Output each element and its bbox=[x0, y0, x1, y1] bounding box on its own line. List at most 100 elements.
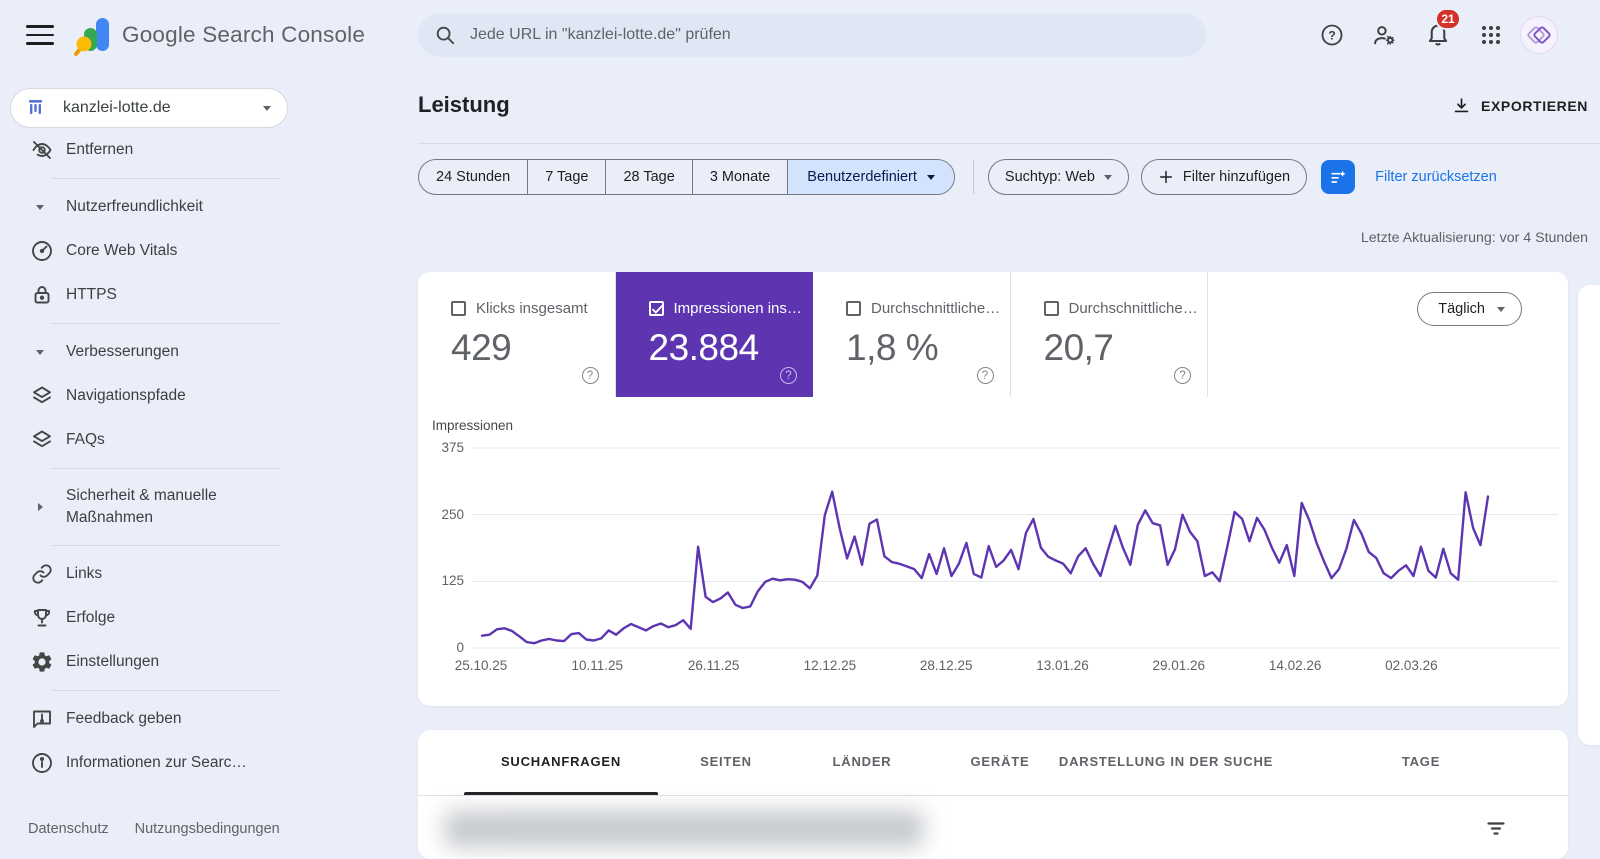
sidebar-item-einstellungen[interactable]: Einstellungen bbox=[0, 640, 290, 684]
x-tick-label: 26.11.25 bbox=[687, 658, 740, 673]
filter-tune-button[interactable] bbox=[1321, 160, 1356, 194]
reset-filters-link[interactable]: Filter zurücksetzen bbox=[1375, 169, 1497, 185]
sidebar-item-label: Verbesserungen bbox=[66, 343, 179, 360]
metric-card-ctr[interactable]: Durchschnittliche… 1,8 %? bbox=[813, 272, 1011, 397]
sidebar-item-informationen-zur-searc[interactable]: Informationen zur Searc… bbox=[0, 741, 290, 785]
url-inspection-searchbar[interactable] bbox=[418, 13, 1206, 57]
tab-tage[interactable]: TAGE bbox=[1402, 754, 1440, 769]
sidebar-divider bbox=[52, 468, 280, 469]
notifications-bell-icon[interactable]: 21 bbox=[1425, 8, 1465, 54]
chart-series-label: Impressionen bbox=[432, 418, 514, 433]
filter-list-icon[interactable] bbox=[1484, 816, 1508, 840]
metric-card-impressions[interactable]: Impressionen ins… 23.884? bbox=[615, 272, 814, 397]
sidebar-item-core-web-vitals[interactable]: Core Web Vitals bbox=[0, 229, 290, 273]
export-button[interactable]: EXPORTIEREN bbox=[1452, 96, 1588, 115]
sidebar-divider bbox=[52, 690, 280, 691]
metric-value: 429 bbox=[451, 327, 512, 368]
filter-row: 24 Stunden 7 Tage 28 Tage 3 Monate Benutzerd… bbox=[418, 159, 1497, 195]
sidebar-item-erfolge[interactable]: Erfolge bbox=[0, 596, 290, 640]
layers-icon bbox=[30, 384, 54, 408]
date-chip-label: 28 Tage bbox=[623, 169, 675, 185]
account-avatar[interactable] bbox=[1520, 16, 1558, 54]
metric-checkbox-row: Impressionen ins… bbox=[648, 300, 814, 317]
gear-icon bbox=[30, 650, 54, 674]
checkbox-unchecked-icon[interactable] bbox=[451, 301, 466, 316]
sidebar-item-https[interactable]: HTTPS bbox=[0, 273, 290, 317]
eye-off-icon bbox=[30, 138, 54, 162]
checkbox-unchecked-icon[interactable] bbox=[846, 301, 861, 316]
search-type-chip[interactable]: Suchtyp: Web bbox=[987, 159, 1129, 195]
x-tick-label: 29.01.26 bbox=[1152, 658, 1206, 673]
tab-geräte[interactable]: GERÄTE bbox=[971, 754, 1030, 769]
date-chip-label: 24 Stunden bbox=[436, 169, 511, 185]
info-icon bbox=[30, 751, 54, 775]
date-chip-label: 3 Monate bbox=[709, 169, 771, 185]
date-chip-label: Benutzerdefiniert bbox=[807, 169, 917, 185]
impressions-line-chart[interactable] bbox=[472, 432, 1558, 658]
help-icon[interactable]: ? bbox=[976, 367, 994, 384]
privacy-link[interactable]: Datenschutz bbox=[28, 821, 109, 837]
sidebar-item-sicherheit-manuelle-maßnahmen[interactable]: Sicherheit & manuelle Maßnahmen bbox=[0, 475, 290, 539]
x-tick-label: 02.03.26 bbox=[1385, 658, 1438, 673]
svg-text:?: ? bbox=[1328, 29, 1335, 43]
date-chip-label: 7 Tage bbox=[545, 169, 589, 185]
apps-grid-icon[interactable] bbox=[1479, 23, 1503, 47]
help-icon[interactable]: ? bbox=[1320, 23, 1344, 47]
tune-sparkle-icon bbox=[1331, 170, 1346, 183]
tab-darstellung-in-der-suche[interactable]: DARSTELLUNG IN DER SUCHE bbox=[1059, 754, 1273, 769]
metric-row: Klicks insgesamt 429? Impressionen ins… 23.… bbox=[418, 272, 1568, 397]
metric-card-clicks[interactable]: Klicks insgesamt 429? bbox=[418, 272, 616, 397]
speedometer-icon bbox=[30, 239, 54, 263]
sidebar: kanzlei-lotte.de Entfernen Nutzerfreundli… bbox=[0, 70, 290, 859]
metric-checkbox-row: Durchschnittliche… bbox=[1043, 300, 1208, 317]
y-tick-label: 375 bbox=[441, 440, 464, 455]
tab-suchanfragen[interactable]: SUCHANFRAGEN bbox=[501, 754, 621, 769]
sidebar-item-verbesserungen[interactable]: Verbesserungen bbox=[0, 330, 290, 374]
sidebar-item-label: Links bbox=[66, 565, 103, 582]
header-divider bbox=[418, 143, 1600, 144]
page-title: Leistung bbox=[418, 92, 510, 117]
sidebar-item-navigationspfade[interactable]: Navigationspfade bbox=[0, 374, 290, 418]
sidebar-divider bbox=[52, 178, 280, 179]
tab-länder[interactable]: LÄNDER bbox=[833, 754, 892, 769]
date-chip-benutzerdefiniert[interactable]: Benutzerdefiniert bbox=[787, 160, 954, 194]
last-update-status: Letzte Aktualisierung: vor 4 Stunden bbox=[1360, 230, 1588, 246]
user-settings-icon[interactable] bbox=[1372, 23, 1396, 47]
main-content: Leistung EXPORTIEREN 24 Stunden 7 Tage 28 … bbox=[418, 70, 1600, 859]
metric-card-position[interactable]: Durchschnittliche… 20,7? bbox=[1011, 272, 1208, 397]
metric-label: Impressionen ins… bbox=[673, 300, 802, 317]
granularity-dropdown[interactable]: Täglich bbox=[1417, 292, 1522, 326]
sidebar-item-feedback-geben[interactable]: Feedback geben bbox=[0, 697, 290, 741]
sidebar-divider bbox=[52, 323, 280, 324]
help-icon[interactable]: ? bbox=[780, 367, 797, 384]
tab-seiten[interactable]: SEITEN bbox=[700, 754, 752, 769]
property-selector[interactable]: kanzlei-lotte.de bbox=[10, 88, 288, 128]
add-filter-chip[interactable]: Filter hinzufügen bbox=[1140, 159, 1308, 195]
date-chip-3-monate[interactable]: 3 Monate bbox=[691, 160, 787, 194]
sidebar-item-nutzerfreundlichkeit[interactable]: Nutzerfreundlichkeit bbox=[0, 185, 290, 229]
sidebar-item-label: Nutzerfreundlichkeit bbox=[66, 198, 203, 215]
chevron-down-icon bbox=[263, 105, 271, 111]
sidebar-item-faqs[interactable]: FAQs bbox=[0, 418, 290, 462]
checkbox-unchecked-icon[interactable] bbox=[1043, 301, 1059, 316]
help-icon[interactable]: ? bbox=[581, 367, 599, 384]
search-input[interactable] bbox=[470, 26, 1190, 44]
terms-link[interactable]: Nutzungsbedingungen bbox=[135, 821, 280, 837]
peeking-side-card bbox=[1578, 285, 1600, 745]
hamburger-menu-icon[interactable] bbox=[26, 25, 54, 45]
sidebar-item-links[interactable]: Links bbox=[0, 552, 290, 596]
checkbox-checked-icon[interactable] bbox=[648, 301, 664, 316]
help-icon[interactable]: ? bbox=[1174, 367, 1191, 384]
x-tick-label: 28.12.25 bbox=[919, 658, 973, 673]
date-chip-24-stunden[interactable]: 24 Stunden bbox=[419, 160, 527, 194]
x-tick-label: 25.10.25 bbox=[454, 658, 508, 673]
sidebar-item-entfernen[interactable]: Entfernen bbox=[0, 128, 290, 172]
sidebar-footer: Datenschutz Nutzungsbedingungen bbox=[28, 821, 280, 837]
y-tick-label: 250 bbox=[441, 506, 464, 522]
date-chip-7-tage[interactable]: 7 Tage bbox=[527, 160, 605, 194]
date-chip-28-tage[interactable]: 28 Tage bbox=[605, 160, 691, 194]
lock-icon bbox=[30, 283, 54, 307]
sidebar-item-label: Entfernen bbox=[66, 141, 134, 158]
link-icon bbox=[30, 562, 54, 586]
property-favicon-icon bbox=[25, 96, 49, 120]
